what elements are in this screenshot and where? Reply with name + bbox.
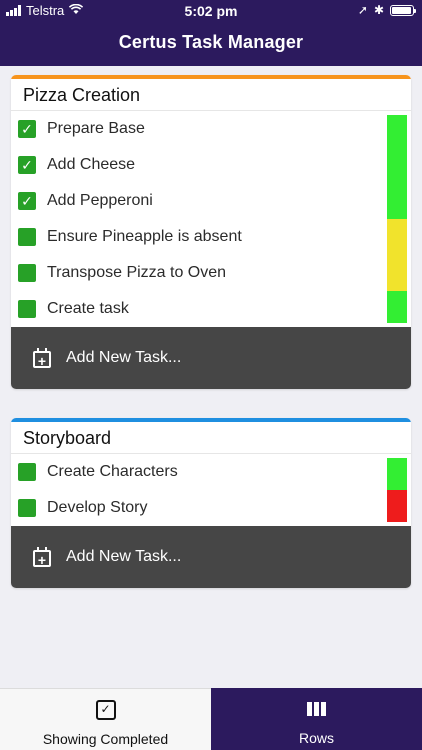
task-checkbox[interactable] bbox=[18, 499, 36, 517]
task-status-indicator bbox=[387, 183, 407, 219]
calendar-check-icon: ✓ bbox=[95, 700, 116, 720]
calendar-plus-icon: + bbox=[32, 348, 52, 368]
task-checkbox[interactable] bbox=[18, 264, 36, 282]
task-checkbox[interactable]: ✓ bbox=[18, 120, 36, 138]
task-label: Develop Story bbox=[47, 499, 148, 516]
task-checkbox[interactable] bbox=[18, 463, 36, 481]
add-new-task-button[interactable]: + Add New Task... bbox=[11, 327, 411, 389]
task-checkbox[interactable] bbox=[18, 228, 36, 246]
task-status-indicator bbox=[387, 255, 407, 291]
task-row[interactable]: Develop Story bbox=[11, 490, 411, 526]
bluetooth-icon: ✱ bbox=[373, 3, 384, 17]
tab-label: Rows bbox=[298, 730, 334, 746]
task-label: Add Pepperoni bbox=[47, 192, 153, 209]
tab-label: Showing Completed bbox=[42, 731, 169, 747]
list-title[interactable]: Pizza Creation bbox=[11, 79, 411, 111]
task-label: Ensure Pineapple is absent bbox=[47, 228, 242, 245]
task-row[interactable]: ✓ Add Pepperoni bbox=[11, 183, 411, 219]
task-status-indicator bbox=[387, 291, 407, 323]
add-new-task-button[interactable]: + Add New Task... bbox=[11, 526, 411, 588]
task-checkbox[interactable] bbox=[18, 300, 36, 318]
task-status-indicator bbox=[387, 219, 407, 255]
list-title[interactable]: Storyboard bbox=[11, 422, 411, 454]
task-label: Prepare Base bbox=[47, 120, 145, 137]
location-icon: ➚ bbox=[357, 3, 368, 17]
task-row[interactable]: ✓ Prepare Base bbox=[11, 111, 411, 147]
rows-icon bbox=[307, 702, 326, 716]
add-new-task-label: Add New Task... bbox=[66, 548, 182, 565]
add-new-task-label: Add New Task... bbox=[66, 349, 182, 366]
status-bar: Telstra 5:02 pm ➚ ✱ bbox=[0, 0, 422, 22]
task-row[interactable]: Create task bbox=[11, 291, 411, 327]
battery-icon bbox=[390, 4, 416, 16]
task-row[interactable]: ✓ Add Cheese bbox=[11, 147, 411, 183]
navigation-header: Telstra 5:02 pm ➚ ✱ Certus Task Manager bbox=[0, 0, 422, 66]
task-row[interactable]: Create Characters bbox=[11, 454, 411, 490]
task-label: Create task bbox=[47, 300, 129, 317]
tab-bar: ✓ Showing Completed Rows bbox=[0, 688, 422, 750]
task-status-indicator bbox=[387, 458, 407, 490]
task-row[interactable]: Transpose Pizza to Oven bbox=[11, 255, 411, 291]
task-checkbox[interactable]: ✓ bbox=[18, 192, 36, 210]
task-label: Add Cheese bbox=[47, 156, 136, 173]
calendar-plus-icon: + bbox=[32, 547, 52, 567]
task-list-card: Storyboard Create Characters Develop Story… bbox=[11, 418, 411, 588]
tab-rows[interactable]: Rows bbox=[211, 688, 422, 750]
task-status-indicator bbox=[387, 147, 407, 183]
task-row[interactable]: Ensure Pineapple is absent bbox=[11, 219, 411, 255]
task-list-card: Pizza Creation ✓ Prepare Base ✓ Add Cheese ✓ A… bbox=[11, 75, 411, 389]
task-list: ✓ Prepare Base ✓ Add Cheese ✓ Add Pepperoni En… bbox=[11, 111, 411, 327]
task-status-indicator bbox=[387, 115, 407, 147]
app-title: Certus Task Manager bbox=[118, 32, 304, 52]
task-status-indicator bbox=[387, 490, 407, 522]
task-checkbox[interactable]: ✓ bbox=[18, 156, 36, 174]
task-label: Transpose Pizza to Oven bbox=[47, 264, 227, 281]
tab-showing-completed[interactable]: ✓ Showing Completed bbox=[0, 688, 211, 750]
task-label: Create Characters bbox=[47, 463, 178, 480]
task-list: Create Characters Develop Story bbox=[11, 454, 411, 526]
